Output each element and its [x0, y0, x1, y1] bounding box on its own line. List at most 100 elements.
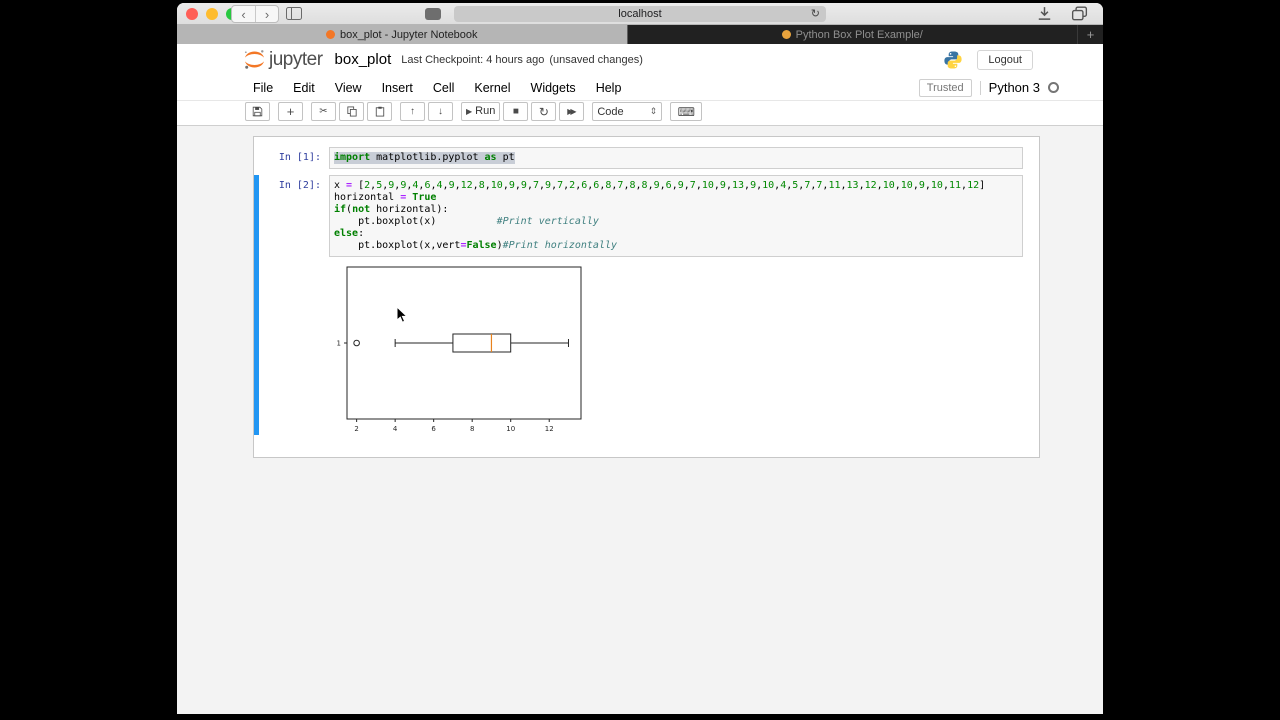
input-prompt: In [2]:: [278, 180, 321, 191]
copy-icon: [346, 106, 357, 117]
cell-type-value: Code: [597, 105, 624, 118]
menu-view[interactable]: View: [335, 81, 362, 95]
browser-titlebar: ‹ › localhost ↻: [177, 3, 1103, 25]
toolbar-group-move: ↑ ↓: [400, 102, 453, 121]
menu-edit[interactable]: Edit: [293, 81, 315, 95]
jupyter-header: jupyter box_plot Last Checkpoint: 4 hour…: [177, 44, 1103, 75]
output-prompt: [259, 265, 329, 435]
menu-file[interactable]: File: [253, 81, 273, 95]
close-window-button[interactable]: [186, 8, 198, 20]
restart-run-all-button[interactable]: ▶▶: [559, 102, 585, 121]
divider: [979, 80, 981, 95]
menubar-right: Trusted Python 3: [918, 78, 1059, 97]
restart-icon: ↻: [538, 104, 549, 119]
paste-icon: [375, 106, 384, 117]
arrow-up-icon: ↑: [410, 105, 415, 117]
jupyter-favicon: [325, 30, 335, 39]
tab-jupyter-notebook[interactable]: box_plot - Jupyter Notebook: [177, 25, 628, 44]
tab-overview-button[interactable]: [1071, 6, 1088, 22]
restart-kernel-button[interactable]: ↻: [531, 102, 557, 121]
toolbar-group-celltype: Code ⇕: [592, 102, 663, 121]
toolbar-group-palette: ⌨: [670, 102, 703, 121]
checkpoint-status: Last Checkpoint: 4 hours ago: [401, 53, 545, 66]
cell-type-select[interactable]: Code ⇕: [592, 102, 663, 121]
notebook-container: In [1]: import matplotlib.pyplot as pt I…: [253, 136, 1040, 458]
jupyter-logo[interactable]: jupyter: [243, 48, 323, 71]
menu-kernel[interactable]: Kernel: [474, 81, 510, 95]
notebook-menubar: File Edit View Insert Cell Kernel Widget…: [177, 75, 1103, 101]
menu-widgets[interactable]: Widgets: [531, 81, 576, 95]
code-cell-1[interactable]: In [1]: import matplotlib.pyplot as pt: [254, 147, 1039, 169]
cell-input-row: In [1]: import matplotlib.pyplot as pt: [259, 147, 1039, 169]
jupyter-logo-text: jupyter: [269, 48, 323, 70]
menu-help[interactable]: Help: [596, 81, 622, 95]
back-button[interactable]: ‹: [232, 6, 255, 22]
save-button[interactable]: [245, 102, 270, 121]
downloads-button[interactable]: [1036, 6, 1053, 22]
unsaved-changes-status: (unsaved changes): [549, 53, 643, 66]
arrow-down-icon: ↓: [438, 105, 443, 117]
logout-button[interactable]: Logout: [977, 49, 1033, 70]
shield-icon[interactable]: [425, 8, 441, 20]
url-text: localhost: [618, 8, 662, 20]
fast-forward-icon: ▶▶: [567, 106, 576, 116]
move-cell-up-button[interactable]: ↑: [400, 102, 425, 121]
sidebar-toggle-button[interactable]: [283, 6, 305, 21]
forward-button[interactable]: ›: [255, 6, 278, 22]
kernel-idle-indicator: [1048, 82, 1059, 93]
trusted-badge[interactable]: Trusted: [918, 78, 972, 97]
save-icon: [252, 106, 263, 117]
notebook-scroll-area[interactable]: In [1]: import matplotlib.pyplot as pt I…: [177, 126, 1103, 714]
code-editor[interactable]: import matplotlib.pyplot as pt: [329, 147, 1023, 169]
notebook-title[interactable]: box_plot: [335, 51, 392, 68]
kernel-name: Python 3: [988, 80, 1040, 95]
copy-cell-button[interactable]: [339, 102, 364, 121]
plus-icon: +: [1086, 27, 1095, 42]
svg-text:4: 4: [393, 425, 398, 433]
tab-python-boxplot-example[interactable]: Python Box Plot Example/: [627, 25, 1077, 44]
page-favicon: [781, 30, 791, 39]
browser-window: ‹ › localhost ↻ box_plot - Jupyter Noteb…: [177, 3, 1103, 714]
jupyter-logo-icon: [244, 50, 264, 69]
python-logo-icon: [944, 51, 962, 68]
menu-insert[interactable]: Insert: [382, 81, 413, 95]
menu-cell[interactable]: Cell: [433, 81, 455, 95]
cut-icon: ✂: [319, 105, 328, 117]
notebook-toolbar: + ✂ ↑ ↓ ▶ Run ■ ↻ ▶▶ Code ⇕ ⌨: [177, 101, 1103, 126]
run-cell-button[interactable]: ▶ Run: [461, 102, 501, 121]
boxplot-figure: 2 4 6 8 10 12 1: [337, 266, 582, 433]
stop-icon: ■: [512, 105, 519, 117]
address-bar[interactable]: localhost ↻: [454, 6, 826, 22]
cell-input-row: In [2]: x = [2,5,9,9,4,6,4,9,12,8,10,9,9…: [259, 175, 1039, 257]
code-cell-2[interactable]: In [2]: x = [2,5,9,9,4,6,4,9,12,8,10,9,9…: [254, 175, 1039, 435]
paste-cell-button[interactable]: [367, 102, 392, 121]
svg-text:6: 6: [431, 425, 436, 433]
toolbar-group-run: ▶ Run ■ ↻ ▶▶: [461, 102, 585, 121]
input-prompt: In [1]:: [278, 152, 321, 163]
svg-text:1: 1: [337, 340, 341, 348]
toolbar-group-save: [245, 102, 270, 121]
cell-output-row: 2 4 6 8 10 12 1: [259, 265, 1039, 435]
svg-text:10: 10: [506, 425, 515, 433]
select-caret-icon: ⇕: [649, 106, 658, 116]
add-cell-button[interactable]: +: [278, 102, 303, 121]
tab-title: box_plot - Jupyter Notebook: [339, 28, 478, 41]
move-cell-down-button[interactable]: ↓: [428, 102, 453, 121]
tab-title: Python Box Plot Example/: [795, 28, 923, 41]
toolbar-group-insert: +: [278, 102, 303, 121]
keyboard-icon: ⌨: [677, 104, 695, 119]
browser-nav-buttons: ‹ ›: [231, 5, 279, 23]
code-editor[interactable]: x = [2,5,9,9,4,6,4,9,12,8,10,9,9,7,9,7,2…: [329, 175, 1023, 257]
toolbar-group-edit: ✂: [311, 102, 392, 121]
interrupt-kernel-button[interactable]: ■: [503, 102, 529, 121]
reload-icon[interactable]: ↻: [811, 7, 820, 20]
add-icon: +: [286, 104, 295, 119]
forward-icon: ›: [264, 6, 270, 22]
svg-text:2: 2: [354, 425, 358, 433]
command-palette-button[interactable]: ⌨: [670, 102, 703, 121]
sidebar-icon: [286, 7, 302, 20]
minimize-window-button[interactable]: [206, 8, 218, 20]
new-tab-button[interactable]: +: [1077, 25, 1103, 44]
run-icon: ▶: [466, 106, 473, 116]
cut-cell-button[interactable]: ✂: [311, 102, 336, 121]
